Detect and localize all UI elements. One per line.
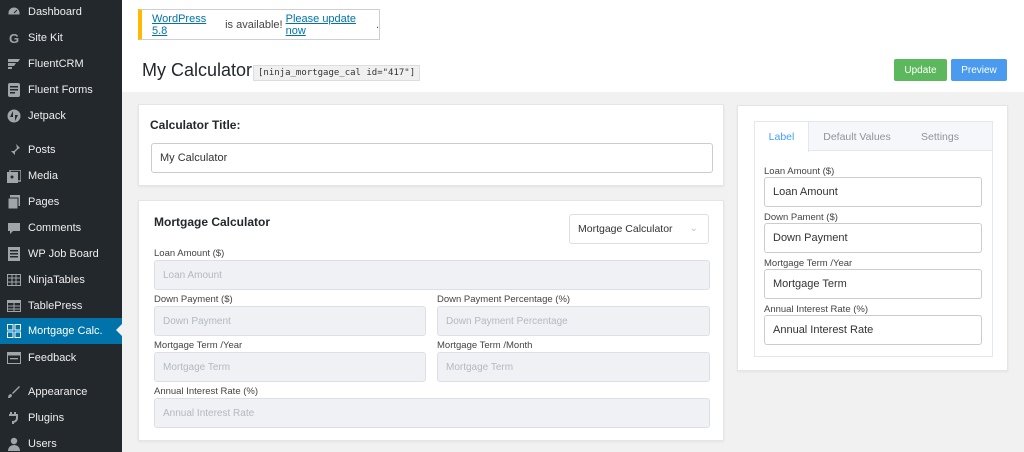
interest-rate-label: Annual Interest Rate (%) <box>154 386 259 397</box>
page-title: My Calculator <box>142 60 253 80</box>
dashboard-icon <box>7 5 21 19</box>
wordpress-version-link[interactable]: WordPress 5.8 <box>152 13 222 37</box>
interest-rate-input[interactable]: Annual Interest Rate <box>154 398 710 428</box>
sidebar-item-label: Fluent Forms <box>28 84 93 96</box>
label-term-year-input[interactable]: Mortgage Term <box>764 269 982 299</box>
sidebar-item-media[interactable]: Media <box>0 164 122 188</box>
tab-label[interactable]: Label <box>755 122 809 152</box>
update-button[interactable]: Update <box>894 59 947 81</box>
term-year-input[interactable]: Mortgage Term <box>154 352 426 382</box>
users-icon <box>7 437 21 451</box>
comments-icon <box>7 221 21 235</box>
sidebar-item-label: Users <box>28 438 57 450</box>
sidebar-item-label: Plugins <box>28 412 65 424</box>
sidebar-item-tablepress[interactable]: TablePress <box>0 294 122 318</box>
sidebar-item-label: Posts <box>28 144 56 156</box>
term-year-label: Mortgage Term /Year <box>154 340 243 351</box>
label-interest-rate-input[interactable]: Annual Interest Rate <box>764 315 982 345</box>
notice-text: is available! <box>222 18 286 31</box>
sidebar-item-label: Site Kit <box>28 32 63 44</box>
sidebar-item-label: FluentCRM <box>28 58 84 70</box>
sidebar-item-jetpack[interactable]: Jetpack <box>0 104 122 128</box>
feedback-icon <box>7 351 21 365</box>
fluentcrm-icon <box>7 57 21 71</box>
loan-amount-input[interactable]: Loan Amount <box>154 260 710 290</box>
sidebar-item-label: TablePress <box>28 300 83 312</box>
sidebar-item-label: Feedback <box>28 352 77 364</box>
media-icon <box>7 169 21 183</box>
sidebar-item-sitekit[interactable]: G Site Kit <box>0 26 122 50</box>
sidebar-item-ninjatables[interactable]: NinjaTables <box>0 268 122 292</box>
appearance-icon <box>7 385 21 399</box>
update-now-link[interactable]: Please update now <box>286 13 376 37</box>
sidebar-item-label: WP Job Board <box>28 248 99 260</box>
sidebar-item-label: Comments <box>28 222 82 234</box>
label-loan-amount-label: Loan Amount ($) <box>764 166 835 177</box>
label-down-payment-input[interactable]: Down Payment <box>764 223 982 253</box>
sidebar-item-appearance[interactable]: Appearance <box>0 380 122 404</box>
sidebar-item-fluentcrm[interactable]: FluentCRM <box>0 52 122 76</box>
term-month-label: Mortgage Term /Month <box>437 340 533 351</box>
down-payment-pct-input[interactable]: Down Payment Percentage <box>437 306 710 336</box>
tab-settings[interactable]: Settings <box>905 122 975 151</box>
tables-icon <box>7 273 21 287</box>
preview-button[interactable]: Preview <box>951 59 1007 81</box>
pin-icon <box>7 143 21 157</box>
sidebar-item-label: Mortgage Calc. <box>28 325 103 337</box>
tablepress-icon <box>7 299 21 313</box>
loan-amount-label: Loan Amount ($) <box>154 248 225 259</box>
admin-sidebar: Dashboard G Site Kit FluentCRM Fluent Fo… <box>0 0 122 452</box>
term-month-input[interactable]: Mortgage Term <box>437 352 710 382</box>
sidebar-item-pages[interactable]: Pages <box>0 190 122 214</box>
calculator-title-heading: Calculator Title: <box>150 118 241 132</box>
sidebar-item-users[interactable]: Users <box>0 432 122 452</box>
label-loan-amount-input[interactable]: Loan Amount <box>764 177 982 207</box>
down-payment-input[interactable]: Down Payment <box>154 306 426 336</box>
sidebar-item-label: Jetpack <box>28 110 66 122</box>
jobboard-icon <box>7 247 21 261</box>
label-interest-rate-label: Annual Interest Rate (%) <box>764 304 869 315</box>
sidebar-item-label: Media <box>28 170 58 182</box>
calculator-type-select[interactable]: Mortgage Calculator ⌄ <box>569 214 709 244</box>
update-notice: WordPress 5.8 is available! Please updat… <box>138 9 380 40</box>
calculator-type-value: Mortgage Calculator <box>578 223 673 235</box>
label-down-payment-label: Down Pament ($) <box>764 212 838 223</box>
chevron-down-icon: ⌄ <box>689 223 698 234</box>
calculator-heading: Mortgage Calculator <box>154 215 271 229</box>
forms-icon <box>7 83 21 97</box>
sidebar-item-dashboard[interactable]: Dashboard <box>0 0 122 24</box>
tabs-header: Label Default Values Settings <box>755 122 992 152</box>
plugins-icon <box>7 411 21 425</box>
sidebar-item-fluentforms[interactable]: Fluent Forms <box>0 78 122 102</box>
sidebar-item-mortgage-calc[interactable]: Mortgage Calc. <box>0 318 122 344</box>
sidebar-item-label: Pages <box>28 196 60 208</box>
notice-end: . <box>375 18 379 31</box>
sidebar-item-label: Appearance <box>28 386 88 398</box>
sidebar-item-feedback[interactable]: Feedback <box>0 346 122 370</box>
label-term-year-label: Mortgage Term /Year <box>764 258 853 269</box>
pages-icon <box>7 195 21 209</box>
sidebar-item-label: Dashboard <box>28 6 82 18</box>
shortcode-badge[interactable]: [ninja_mortgage_cal id="417"] <box>253 65 421 81</box>
tab-default-values[interactable]: Default Values <box>811 122 903 151</box>
sidebar-item-comments[interactable]: Comments <box>0 216 122 240</box>
jetpack-icon <box>7 109 21 123</box>
sidebar-item-label: NinjaTables <box>28 274 85 286</box>
calculator-title-input[interactable]: My Calculator <box>151 143 713 173</box>
down-payment-label: Down Payment ($) <box>154 294 233 305</box>
sidebar-item-plugins[interactable]: Plugins <box>0 406 122 430</box>
sidebar-item-posts[interactable]: Posts <box>0 138 122 162</box>
sidebar-item-wp-job-board[interactable]: WP Job Board <box>0 242 122 266</box>
calculator-icon <box>7 324 21 338</box>
sitekit-icon: G <box>8 30 20 46</box>
down-payment-pct-label: Down Payment Percentage (%) <box>437 294 571 305</box>
